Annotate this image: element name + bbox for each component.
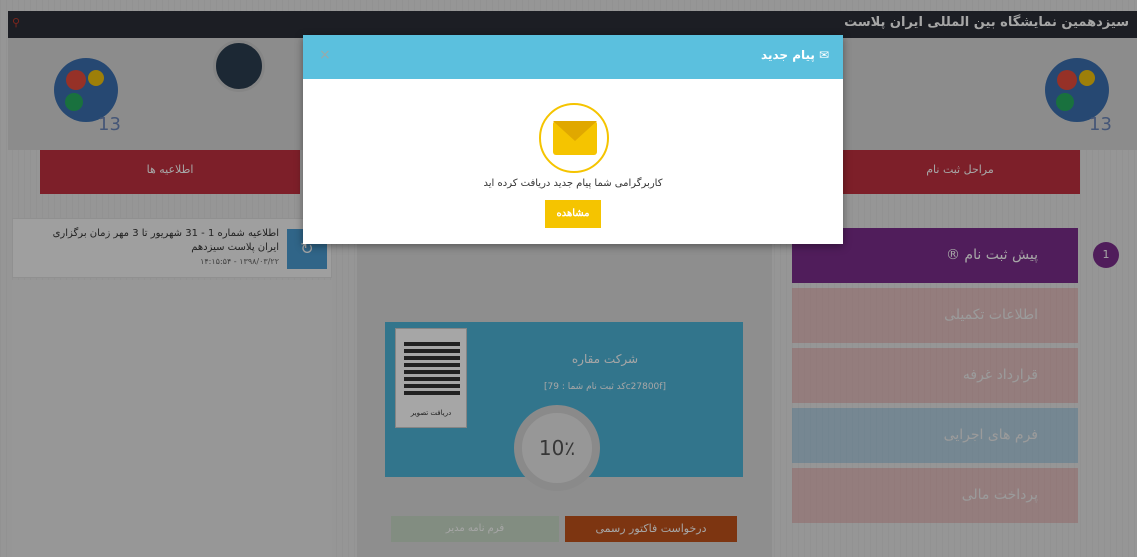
- envelope-icon: ✉: [818, 48, 829, 62]
- close-icon[interactable]: ×: [319, 47, 331, 63]
- modal-header: × ✉پیام جدید: [303, 35, 843, 79]
- mail-icon: [539, 103, 609, 173]
- view-button[interactable]: مشاهده: [545, 200, 601, 228]
- modal-message: کاربرگرامی شما پیام جدید دریافت کرده اید: [483, 178, 663, 189]
- new-message-modal: × ✉پیام جدید کاربرگرامی شما پیام جدید در…: [303, 35, 843, 244]
- modal-title: ✉پیام جدید: [761, 48, 829, 62]
